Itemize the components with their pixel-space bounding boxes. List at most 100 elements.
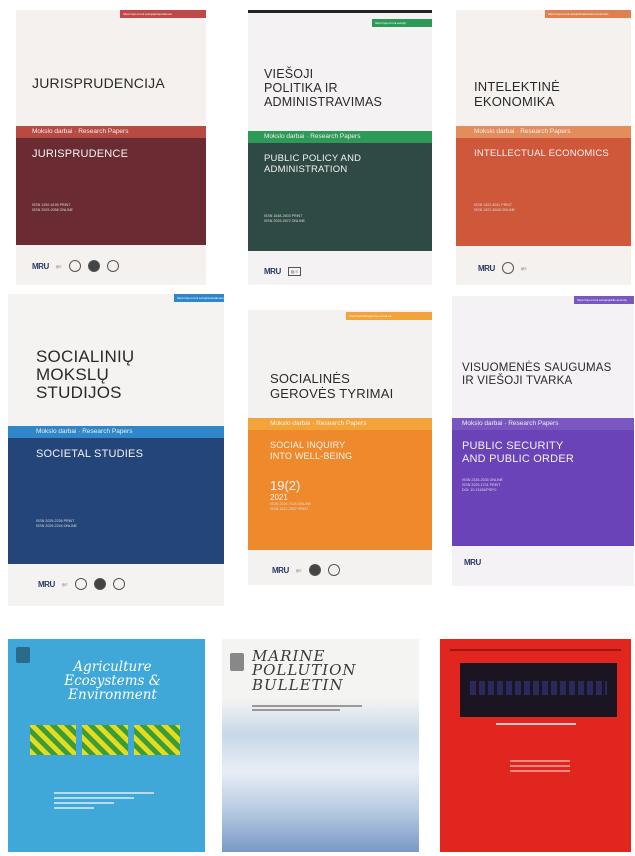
cover-title-line: SOCIALINIŲ: [36, 347, 135, 366]
cover-fine-print: [252, 703, 362, 713]
mru-logo-icon: MRU: [32, 261, 49, 271]
cover-strip: Mokslo darbai · Research Papers: [456, 126, 631, 138]
cover-strip: Mokslo darbai · Research Papers: [16, 126, 206, 138]
mru-logo-icon: MRU: [38, 579, 55, 589]
cover-panel: SOCIAL INQUIRY INTO WELL-BEING 19(2) 202…: [248, 430, 432, 550]
cover-en-title: JURISPRUDENCE: [32, 148, 129, 160]
cover-year: 2021: [270, 492, 288, 502]
university-logo-icon: ◎≡: [61, 581, 68, 587]
cover-url: https://ojs.mruni.eu/ojs/: [372, 19, 432, 27]
cover-panel: PUBLIC POLICY AND ADMINISTRATION ISSN 16…: [248, 143, 432, 251]
cover-logos: MRU ◎≡: [478, 262, 621, 274]
cover-panel: PUBLIC SECURITY AND PUBLIC ORDER ISSN 23…: [452, 430, 634, 546]
cover-title-line: Environment: [68, 686, 157, 703]
cover-title: Agriculture Ecosystems & Environment: [30, 660, 195, 703]
cover-issn: ISSN 2029-2058 ONLINE: [32, 208, 73, 213]
cover-url: https://ojs.mruni.eu/ojs/jurisprudence: [120, 10, 206, 18]
cover-agriculture-ecosystems-environment[interactable]: Agriculture Ecosystems & Environment: [8, 639, 205, 852]
cover-panel: INTELLECTUAL ECONOMICS ISSN 1822-8011 PR…: [456, 138, 631, 246]
cover-viesoji-politika[interactable]: https://ojs.mruni.eu/ojs/ VIEŠOJI POLITI…: [248, 10, 432, 285]
cover-url: https://ojs.mruni.eu/ojs/intellectual-ec…: [545, 10, 631, 18]
cover-title-line: ADMINISTRAVIMAS: [264, 95, 383, 109]
university-logo-icon: ◎≡: [295, 567, 302, 573]
cover-title: INTELEKTINĖ EKONOMIKA: [474, 79, 623, 109]
cover-title-line: POLITIKA IR: [264, 81, 338, 95]
cover-url: https://ojs.mruni.eu/ojs/societal-studie…: [174, 294, 224, 302]
cover-title-line: IR VIEŠOJI TVARKA: [462, 374, 573, 387]
cover-title: SOCIALINIŲ MOKSLŲ STUDIJOS: [36, 348, 216, 402]
cover-red-journal[interactable]: [440, 639, 631, 852]
cover-title: MARINE POLLUTION BULLETIN: [252, 648, 357, 694]
cover-issn: ISSN 2029-2872 ONLINE: [264, 218, 305, 223]
cover-fine-print: [54, 789, 154, 812]
cover-en-title-line: PUBLIC POLICY AND: [264, 153, 362, 164]
cover-strip: Mokslo darbai · Research Papers: [248, 131, 432, 143]
cover-en-title: SOCIETAL STUDIES: [36, 448, 144, 460]
cover-fine-print: [496, 721, 576, 727]
cover-strip: Mokslo darbai · Research Papers: [452, 418, 634, 430]
pattern-tile: [30, 725, 76, 755]
cover-header-rule: [450, 649, 621, 651]
cover-issn: ISSN 2029-2244 ONLINE: [36, 524, 77, 529]
cover-en-title-line: SOCIAL INQUIRY: [270, 440, 346, 450]
cover-title-line: SOCIALINĖS: [270, 371, 351, 386]
cover-en-title: PUBLIC SECURITY AND PUBLIC ORDER: [462, 440, 622, 466]
cover-panel: JURISPRUDENCE ISSN 1392-6195 PRINT ISSN …: [16, 138, 206, 245]
cover-url: https://ojs.mruni.eu/ojs/public-security: [574, 296, 634, 304]
seal-icon: [68, 260, 81, 272]
mru-logo-icon: MRU: [478, 263, 495, 273]
seal-icon: [106, 260, 119, 272]
cover-panel: SOCIETAL STUDIES ISSN 2029-2236 PRINT IS…: [8, 438, 224, 564]
cover-socialiniu-mokslu-studijos[interactable]: https://ojs.mruni.eu/ojs/societal-studie…: [8, 294, 224, 606]
cover-en-title: INTELLECTUAL ECONOMICS: [474, 148, 609, 159]
cover-logos: MRU ▤ ≡: [264, 267, 422, 276]
cover-title-line: VISUOMENĖS SAUGUMAS: [462, 362, 612, 374]
seal-icon: [501, 262, 514, 274]
mru-logo-icon: MRU: [264, 267, 281, 276]
cover-visuomenes-saugumas[interactable]: https://ojs.mruni.eu/ojs/public-security…: [452, 296, 634, 586]
seal-icon: [308, 564, 321, 576]
cover-issn: ISSN 1822-8038 ONLINE: [474, 208, 515, 213]
seal-icon: [74, 578, 87, 590]
cover-intelektine-ekonomika[interactable]: https://ojs.mruni.eu/ojs/intellectual-ec…: [456, 10, 631, 285]
cover-logos: MRU ◎≡: [272, 564, 422, 576]
elsevier-logo-icon: [230, 653, 244, 671]
pattern-tile: [134, 725, 180, 755]
cover-fine-print: [510, 757, 570, 775]
cover-jurisprudencija[interactable]: https://ojs.mruni.eu/ojs/jurisprudence J…: [16, 10, 206, 285]
mru-logo-icon: MRU: [464, 558, 481, 567]
cover-socialines-geroves-tyrimai[interactable]: https://socialinegerove.mruni.eu SOCIALI…: [248, 310, 432, 585]
cover-logos: MRU ◎≡: [32, 260, 196, 272]
cover-logos: MRU ◎≡: [38, 578, 214, 590]
cover-marine-pollution-bulletin[interactable]: MARINE POLLUTION BULLETIN: [222, 639, 419, 852]
seal-icon: [93, 578, 106, 590]
cover-issn: ISSN 1822-2552 PRINT: [270, 506, 309, 511]
cover-strip: Mokslo darbai · Research Papers: [8, 426, 224, 438]
university-logo-icon: ◎≡: [520, 265, 527, 271]
university-logo-icon: ◎≡: [55, 263, 62, 269]
seal-icon: [327, 564, 340, 576]
cover-title-line: INTELEKTINĖ: [474, 79, 560, 94]
cover-issue-number: 19(2): [270, 477, 301, 493]
cover-title: VIEŠOJI POLITIKA IR ADMINISTRAVIMAS: [264, 67, 424, 109]
cover-title-line: GEROVĖS TYRIMAI: [270, 385, 394, 401]
cover-title: VISUOMENĖS SAUGUMAS IR VIEŠOJI TVARKA: [462, 362, 632, 388]
cover-en-title: SOCIAL INQUIRY INTO WELL-BEING: [270, 440, 420, 462]
cover-title: SOCIALINĖS GEROVĖS TYRIMAI: [270, 371, 424, 401]
cover-title: JURISPRUDENCIJA: [32, 75, 165, 91]
mru-logo-icon: MRU: [272, 565, 289, 575]
cover-artwork: [30, 725, 180, 755]
cover-url: https://socialinegerove.mruni.eu: [346, 312, 432, 320]
cover-strip: Mokslo darbai · Research Papers: [248, 418, 432, 430]
cover-en-title-line: AND PUBLIC ORDER: [462, 453, 574, 466]
elsevier-logo-icon: [16, 647, 30, 663]
seal-icon: [112, 578, 125, 590]
seal-icon: [87, 260, 100, 272]
cover-en-title: PUBLIC POLICY AND ADMINISTRATION: [264, 153, 420, 176]
cover-title-line: BULLETIN: [252, 675, 344, 694]
cover-title-line: STUDIJOS: [36, 382, 122, 402]
cover-artwork: [460, 663, 617, 717]
pattern-tile: [82, 725, 128, 755]
cover-en-title-line: ADMINISTRATION: [264, 164, 348, 176]
cover-en-title-line: PUBLIC SECURITY: [462, 440, 564, 452]
